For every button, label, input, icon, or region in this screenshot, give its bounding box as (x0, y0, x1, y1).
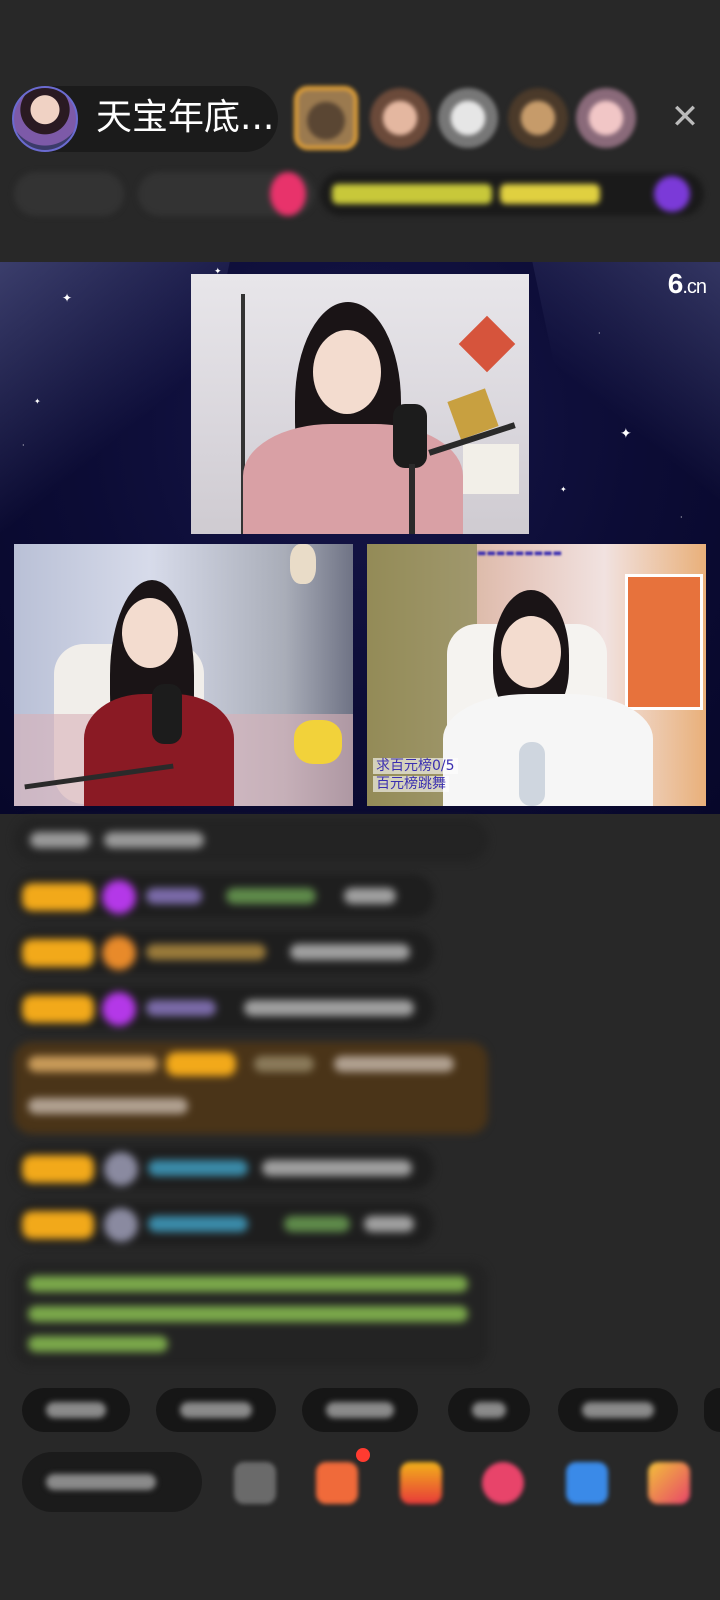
top-viewer-avatar-4[interactable] (508, 88, 568, 148)
chat-message-highlight (14, 1042, 488, 1134)
chat-message (14, 818, 488, 862)
quick-reply-button[interactable] (22, 1388, 130, 1432)
notification-dot (356, 1448, 370, 1462)
emoji-icon[interactable] (234, 1462, 276, 1504)
star-decoration: ✦ (62, 291, 73, 305)
top-viewer-avatar-1[interactable] (294, 86, 358, 150)
chat-input[interactable] (22, 1452, 202, 1512)
star-decoration: ✦ (620, 426, 632, 442)
system-notice (14, 1262, 488, 1366)
guest-camera-feed-left[interactable] (14, 544, 353, 806)
gift-box-icon[interactable] (316, 1462, 358, 1504)
star-decoration: ✦ (34, 397, 41, 406)
star-decoration: · (22, 441, 25, 450)
heart-icon[interactable] (482, 1462, 524, 1504)
top-viewer-avatar-2[interactable] (370, 88, 430, 148)
quick-reply-button[interactable] (558, 1388, 678, 1432)
quick-reply-button[interactable] (448, 1388, 530, 1432)
host-camera-feed[interactable] (191, 274, 529, 534)
badge-icon[interactable] (270, 172, 306, 216)
logo-main: 6 (667, 268, 684, 299)
guest-camera-feed-right[interactable]: ▬▬▬▬▬▬▬▬▬ 求百元榜0/5 百元榜跳舞 (367, 544, 706, 806)
cam-banner-text: ▬▬▬▬▬▬▬▬▬ (477, 548, 563, 559)
site-logo: 6.cn (667, 268, 707, 300)
host-name[interactable]: 天宝年底... (96, 96, 274, 140)
chat-message (14, 1202, 434, 1246)
chat-message (14, 930, 434, 974)
star-decoration: · (598, 329, 601, 338)
close-icon[interactable]: ✕ (668, 100, 702, 134)
apps-icon[interactable] (648, 1462, 690, 1504)
video-stage[interactable]: ✦ ✦ ✦ · ✦ · ✦ · 6.cn ▬▬▬▬▬▬▬▬▬ 求百元榜0/5 百… (0, 262, 720, 814)
chat-message (14, 986, 434, 1030)
gift-icon[interactable] (400, 1462, 442, 1504)
star-decoration: · (680, 513, 683, 522)
room-stat-chip[interactable] (14, 172, 124, 216)
cam-caption-2: 百元榜跳舞 (373, 776, 449, 792)
top-viewer-avatar-3[interactable] (438, 88, 498, 148)
logo-suffix: .cn (682, 276, 707, 298)
quick-reply-button[interactable] (302, 1388, 418, 1432)
room-info-row (14, 172, 704, 216)
quick-reply-button[interactable] (156, 1388, 276, 1432)
quick-reply-button[interactable] (704, 1388, 720, 1432)
star-decoration: ✦ (560, 485, 567, 494)
game-icon[interactable] (566, 1462, 608, 1504)
chat-message (14, 874, 434, 918)
top-viewer-avatar-5[interactable] (576, 88, 636, 148)
cam-caption-1: 求百元榜0/5 (373, 758, 458, 774)
chat-message (14, 1146, 434, 1190)
host-avatar[interactable] (12, 86, 78, 152)
announcement-ticker[interactable] (320, 172, 704, 216)
